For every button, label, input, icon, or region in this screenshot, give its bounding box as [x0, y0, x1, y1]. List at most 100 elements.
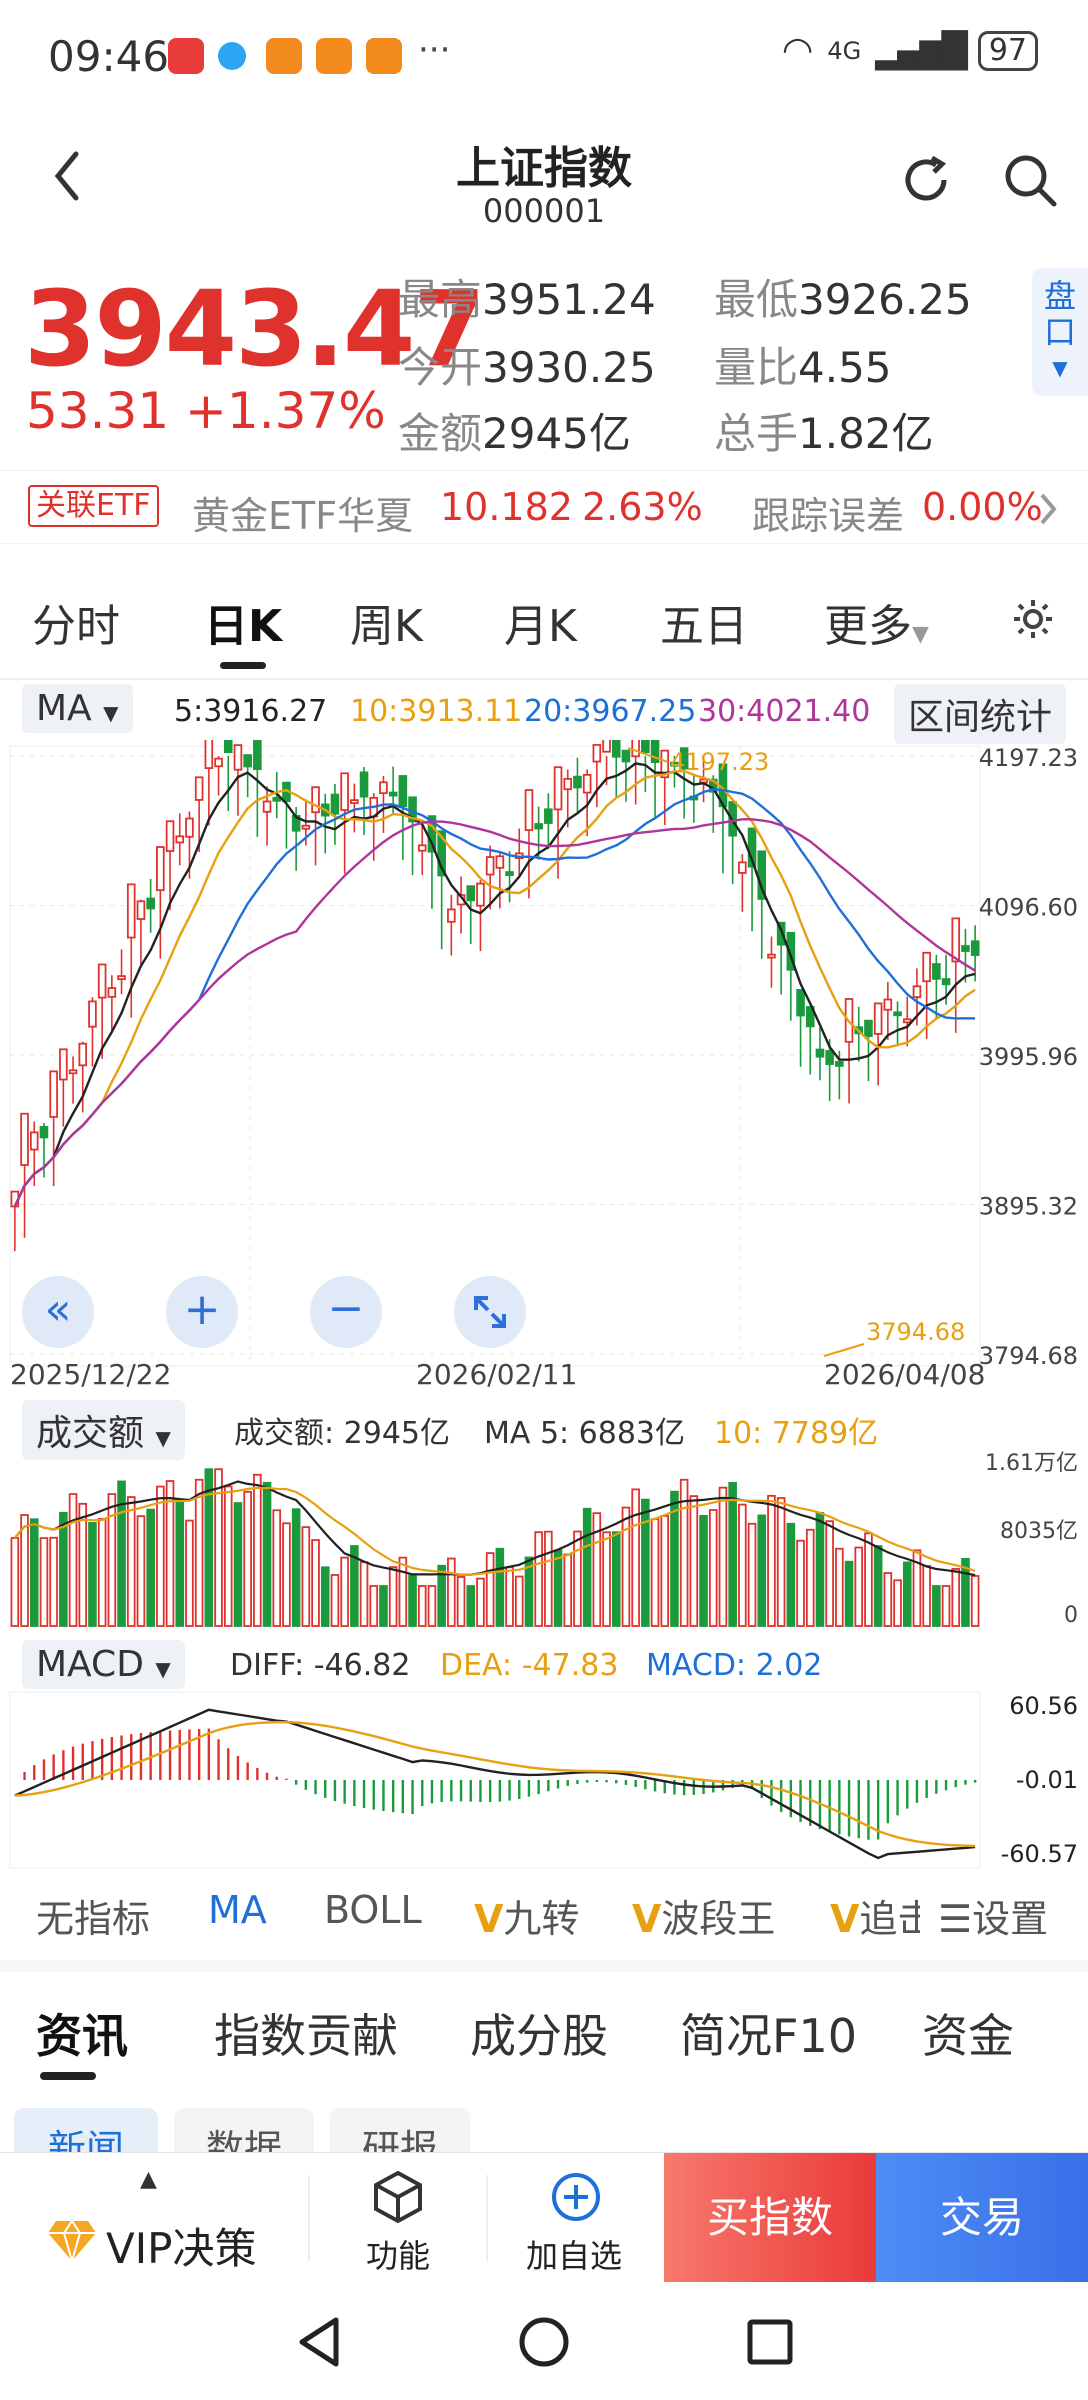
y-tick-label: 3895.32 [979, 1193, 1078, 1221]
refresh-button[interactable] [896, 150, 956, 214]
volume-bar [369, 1585, 379, 1627]
ma10-value: 10:3913.11 [350, 694, 523, 729]
fullscreen-button[interactable] [454, 1276, 526, 1348]
volume-chart[interactable]: 1.61万亿 8035亿 0 [0, 1446, 1088, 1632]
tab-news[interactable]: 资讯 [36, 2000, 128, 2066]
kline-chart[interactable]: 4197.23 4096.60 3995.96 3895.32 3794.68 4197.… [0, 740, 1088, 1390]
volume-bar [282, 1522, 291, 1627]
volume-bar [398, 1556, 408, 1627]
macd-dea: DEA: -47.83 [440, 1648, 619, 1683]
cube-icon [374, 2170, 422, 2224]
volume-bar [922, 1565, 931, 1627]
volume-bar [320, 1566, 330, 1627]
zoom-in-button[interactable]: + [166, 1276, 238, 1348]
macd-y-tick: -60.57 [1001, 1840, 1078, 1868]
tab-five-day[interactable]: 五日 [660, 590, 748, 654]
search-button[interactable] [1000, 150, 1060, 214]
tab-daily-k[interactable]: 日K [204, 590, 282, 654]
tab-index-contribution[interactable]: 指数贡献 [214, 2000, 398, 2066]
volume-bar [825, 1520, 834, 1627]
network-label: 4G [827, 36, 862, 65]
y-tick-label: 3794.68 [979, 1342, 1078, 1370]
add-watchlist-button[interactable]: 加自选 [488, 2153, 664, 2283]
macd-value: MACD: 2.02 [646, 1648, 823, 1683]
chart-frame [9, 745, 981, 1367]
high-label: 最高 [398, 275, 483, 324]
candle [466, 885, 476, 902]
indicator-zhuiji[interactable]: V追击 [830, 1888, 920, 1943]
candle [524, 789, 534, 831]
candle [68, 1069, 78, 1075]
indicator-settings[interactable]: ☰设置 [934, 1888, 1049, 1943]
ratio-label: 量比 [714, 343, 799, 392]
indicator-none[interactable]: 无指标 [36, 1888, 150, 1943]
ma20-value: 20:3967.25 [524, 694, 697, 729]
tab-minute[interactable]: 分时 [32, 590, 120, 654]
vip-decision-label: VIP决策 [106, 2224, 257, 2273]
quote-ratio: 量比4.55 [714, 334, 892, 395]
caret-down-icon: ▼ [155, 1657, 171, 1681]
low-value: 3926.25 [798, 275, 972, 324]
function-button[interactable]: 功能 [310, 2153, 486, 2283]
volume-bar [641, 1498, 650, 1627]
candle [495, 855, 505, 869]
volume-bar [466, 1585, 476, 1627]
volume-bar [553, 1549, 563, 1627]
candle [59, 1048, 68, 1081]
nav-back-icon[interactable] [290, 2312, 350, 2372]
candle [107, 987, 117, 998]
volume-bar [175, 1501, 185, 1627]
candle [582, 773, 592, 794]
related-etf-bar[interactable]: 关联ETF 黄金ETF华夏 10.182 2.63% 跟踪误差 0.00% [0, 470, 1088, 544]
volume-bar [485, 1552, 495, 1627]
tab-capital[interactable]: 资金 [922, 2000, 1014, 2066]
vip-decision-button[interactable]: ▲ VIP决策 [0, 2153, 308, 2283]
hands-label: 总手 [714, 409, 799, 458]
candle [214, 757, 223, 768]
indicator-boll[interactable]: BOLL [324, 1888, 422, 1932]
volume-bar [660, 1515, 670, 1627]
indicator-jiuzhuan[interactable]: V九转 [474, 1888, 579, 1943]
trade-button[interactable]: 交易 [876, 2153, 1088, 2283]
tab-more[interactable]: 更多▼ [824, 590, 929, 654]
app-notification-icon [218, 42, 246, 70]
diamond-icon [48, 2219, 96, 2263]
volume-bar [728, 1481, 737, 1627]
candle [97, 963, 107, 999]
candle [301, 824, 311, 830]
buy-index-button[interactable]: 买指数 [664, 2153, 876, 2283]
y-tick-label: 4197.23 [979, 744, 1078, 772]
volume-bar [718, 1486, 728, 1627]
volume-bar [447, 1557, 456, 1627]
plus-circle-icon [552, 2173, 600, 2221]
tab-weekly-k[interactable]: 周K [350, 590, 423, 654]
status-bar: 09:46 ··· ◠ 4G ▂▄▆█ 97 [0, 0, 1088, 110]
app-notification-icon [266, 38, 302, 74]
volume-bar [156, 1485, 165, 1627]
indicator-boduanwang[interactable]: V波段王 [632, 1888, 775, 1943]
macd-selector[interactable]: MACD ▼ [22, 1640, 185, 1689]
volume-bar [534, 1531, 543, 1627]
ma-selector[interactable]: MA ▼ [22, 684, 133, 733]
macd-chart[interactable]: 60.56 -0.01 -60.57 [0, 1688, 1088, 1872]
vip-v-icon: V [830, 1897, 860, 1941]
status-right: ◠ 4G ▂▄▆█ 97 [782, 30, 1038, 71]
volume-bar [835, 1547, 844, 1627]
pankou-button[interactable]: 盘口 ▼ [1032, 268, 1088, 396]
tab-f10[interactable]: 简况F10 [680, 2000, 857, 2066]
nav-home-icon[interactable] [514, 2312, 574, 2372]
range-stats-button[interactable]: 区间统计 [894, 684, 1067, 744]
tab-constituents[interactable]: 成分股 [470, 2000, 608, 2066]
volume-bar [272, 1509, 282, 1627]
settings-gear-icon[interactable] [1010, 596, 1056, 642]
zoom-out-button[interactable]: − [310, 1276, 382, 1348]
nav-recents-icon[interactable] [740, 2312, 800, 2372]
volume-bar [291, 1508, 301, 1627]
candle [873, 1002, 883, 1035]
tab-monthly-k[interactable]: 月K [504, 590, 577, 654]
refresh-icon [905, 155, 947, 201]
volume-bar [883, 1572, 893, 1627]
caret-down-icon: ▼ [1052, 356, 1068, 380]
indicator-ma[interactable]: MA [208, 1888, 267, 1932]
scroll-back-button[interactable]: « [22, 1276, 94, 1348]
